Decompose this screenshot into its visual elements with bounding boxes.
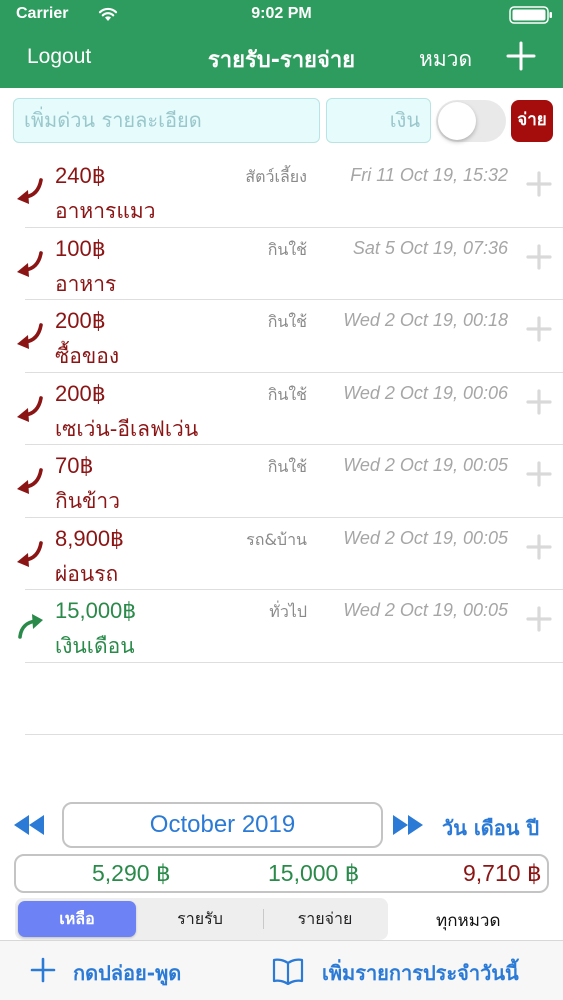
transaction-date: Wed 2 Oct 19, 00:05 — [343, 600, 508, 620]
totals-box: 5,290 ฿ 15,000 ฿ 9,710 ฿ — [14, 854, 549, 893]
transaction-amount: 8,900฿ — [55, 525, 125, 551]
segment-balance[interactable]: เหลือ — [18, 901, 136, 937]
add-row-plus-icon[interactable] — [526, 316, 552, 342]
clock: 9:02 PM — [251, 5, 312, 22]
pay-button[interactable]: จ่าย — [511, 100, 553, 142]
transaction-date: Wed 2 Oct 19, 00:05 — [343, 527, 508, 548]
app-screen: Carrier 9:02 PM Logout รายรับ-รายจ่าย หม… — [0, 0, 563, 1000]
transaction-amount: 200฿ — [55, 308, 106, 333]
transaction-row[interactable]: 100฿อาหาร กินใช้ Sat 5 Oct 19, 07:36 — [0, 228, 563, 300]
year-option[interactable]: ปี — [526, 816, 539, 840]
add-daily-items-button[interactable]: เพิ่มรายการประจำวันนี้ — [322, 957, 519, 989]
row-divider — [25, 734, 563, 735]
expense-total: 9,710 ฿ — [463, 860, 542, 886]
transaction-date: Wed 2 Oct 19, 00:18 — [343, 310, 508, 330]
transaction-description: อาหาร — [55, 271, 117, 296]
transaction-amount: 100฿ — [55, 235, 106, 261]
balance-total: 5,290 ฿ — [92, 860, 171, 886]
transaction-row[interactable]: 8,900฿ผ่อนรถ รถ&บ้าน Wed 2 Oct 19, 00:05 — [0, 518, 563, 590]
income-expense-toggle[interactable] — [436, 100, 506, 142]
transaction-description: อาหารแมว — [55, 199, 156, 223]
month-option[interactable]: เดือน — [474, 816, 520, 840]
transaction-amount: 70฿ — [55, 453, 94, 478]
transaction-amount: 240฿ — [55, 163, 106, 188]
expense-arrow-icon — [17, 540, 43, 567]
summary-segmented-control: เหลือ รายรับ รายจ่าย — [15, 898, 388, 940]
transaction-description: ผ่อนรถ — [55, 561, 119, 586]
navigation-bar: Logout รายรับ-รายจ่าย หมวด — [0, 30, 563, 88]
transaction-date: Fri 11 Oct 19, 15:32 — [350, 165, 508, 185]
empty-row — [0, 663, 563, 735]
plus-icon[interactable] — [30, 957, 56, 983]
income-total: 15,000 ฿ — [268, 860, 360, 886]
transaction-row[interactable]: 15,000฿เงินเดือน ทั่วไป Wed 2 Oct 19, 00:0… — [0, 590, 563, 663]
transaction-description: กินข้าว — [55, 489, 121, 513]
transaction-category: สัตว์เลี้ยง — [245, 167, 307, 186]
transaction-date: Sat 5 Oct 19, 07:36 — [352, 237, 508, 258]
transaction-date: Wed 2 Oct 19, 00:05 — [343, 455, 508, 475]
transaction-row[interactable]: 70฿กินข้าว กินใช้ Wed 2 Oct 19, 00:05 — [0, 445, 563, 518]
rewind-icon[interactable] — [13, 814, 45, 836]
battery-icon — [509, 6, 552, 24]
transaction-description: เซเว่น-อีเลฟเว่น — [55, 416, 199, 441]
transaction-description: ซื้อของ — [55, 344, 120, 368]
expense-arrow-icon — [17, 468, 43, 494]
transaction-category: กินใช้ — [267, 384, 307, 404]
add-row-plus-icon[interactable] — [526, 533, 552, 560]
money-input[interactable]: เงิน — [326, 98, 431, 143]
transaction-category: กินใช้ — [267, 312, 307, 331]
add-icon[interactable] — [505, 40, 537, 72]
transaction-list: 240฿อาหารแมว สัตว์เลี้ยง Fri 11 Oct 19, 15… — [0, 155, 563, 735]
expense-arrow-icon — [17, 395, 43, 422]
transaction-row[interactable]: 240฿อาหารแมว สัตว์เลี้ยง Fri 11 Oct 19, 15… — [0, 155, 563, 228]
period-selector: วัน เดือน ปี — [442, 812, 546, 844]
quick-detail-input[interactable]: เพิ่มด่วน รายละเอียด — [13, 98, 320, 143]
quick-add-row: เพิ่มด่วน รายละเอียด เงิน จ่าย — [0, 88, 563, 150]
add-row-plus-icon[interactable] — [526, 171, 552, 197]
month-navigation: October 2019 วัน เดือน ปี — [0, 800, 563, 852]
transaction-date: Wed 2 Oct 19, 00:06 — [343, 382, 508, 403]
day-option[interactable]: วัน — [442, 816, 467, 840]
transaction-category: ทั่วไป — [269, 602, 307, 621]
category-button[interactable]: หมวด — [419, 43, 472, 76]
transaction-category: กินใช้ — [267, 457, 307, 476]
add-row-plus-icon[interactable] — [526, 388, 552, 415]
all-categories-button[interactable]: ทุกหมวด — [436, 907, 501, 934]
add-row-plus-icon[interactable] — [526, 606, 552, 632]
transaction-category: กินใช้ — [267, 239, 307, 259]
bottom-toolbar: กดปล่อย-พูด เพิ่มรายการประจำวันนี้ — [0, 940, 563, 1000]
add-row-plus-icon[interactable] — [526, 243, 552, 270]
expense-arrow-icon — [17, 178, 43, 204]
segment-divider — [263, 909, 264, 929]
segment-expense[interactable]: รายจ่าย — [266, 901, 384, 937]
segment-income[interactable]: รายรับ — [140, 901, 260, 937]
status-bar: Carrier 9:02 PM — [0, 0, 563, 30]
transaction-amount: 15,000฿ — [55, 598, 137, 623]
month-selector[interactable]: October 2019 — [62, 802, 383, 848]
expense-arrow-icon — [17, 250, 43, 277]
fast-forward-icon[interactable] — [392, 814, 424, 836]
book-icon[interactable] — [272, 957, 304, 985]
transaction-amount: 200฿ — [55, 380, 106, 406]
transaction-description: เงินเดือน — [55, 634, 135, 658]
add-row-plus-icon[interactable] — [526, 461, 552, 487]
expense-arrow-icon — [17, 323, 43, 349]
transaction-category: รถ&บ้าน — [246, 529, 307, 549]
push-to-talk-button[interactable]: กดปล่อย-พูด — [73, 957, 181, 989]
transaction-row[interactable]: 200฿เซเว่น-อีเลฟเว่น กินใช้ Wed 2 Oct 19, … — [0, 373, 563, 445]
toggle-knob — [438, 102, 476, 140]
page-title: รายรับ-รายจ่าย — [207, 48, 356, 73]
transaction-row[interactable]: 200฿ซื้อของ กินใช้ Wed 2 Oct 19, 00:18 — [0, 300, 563, 373]
income-arrow-icon — [18, 614, 43, 639]
